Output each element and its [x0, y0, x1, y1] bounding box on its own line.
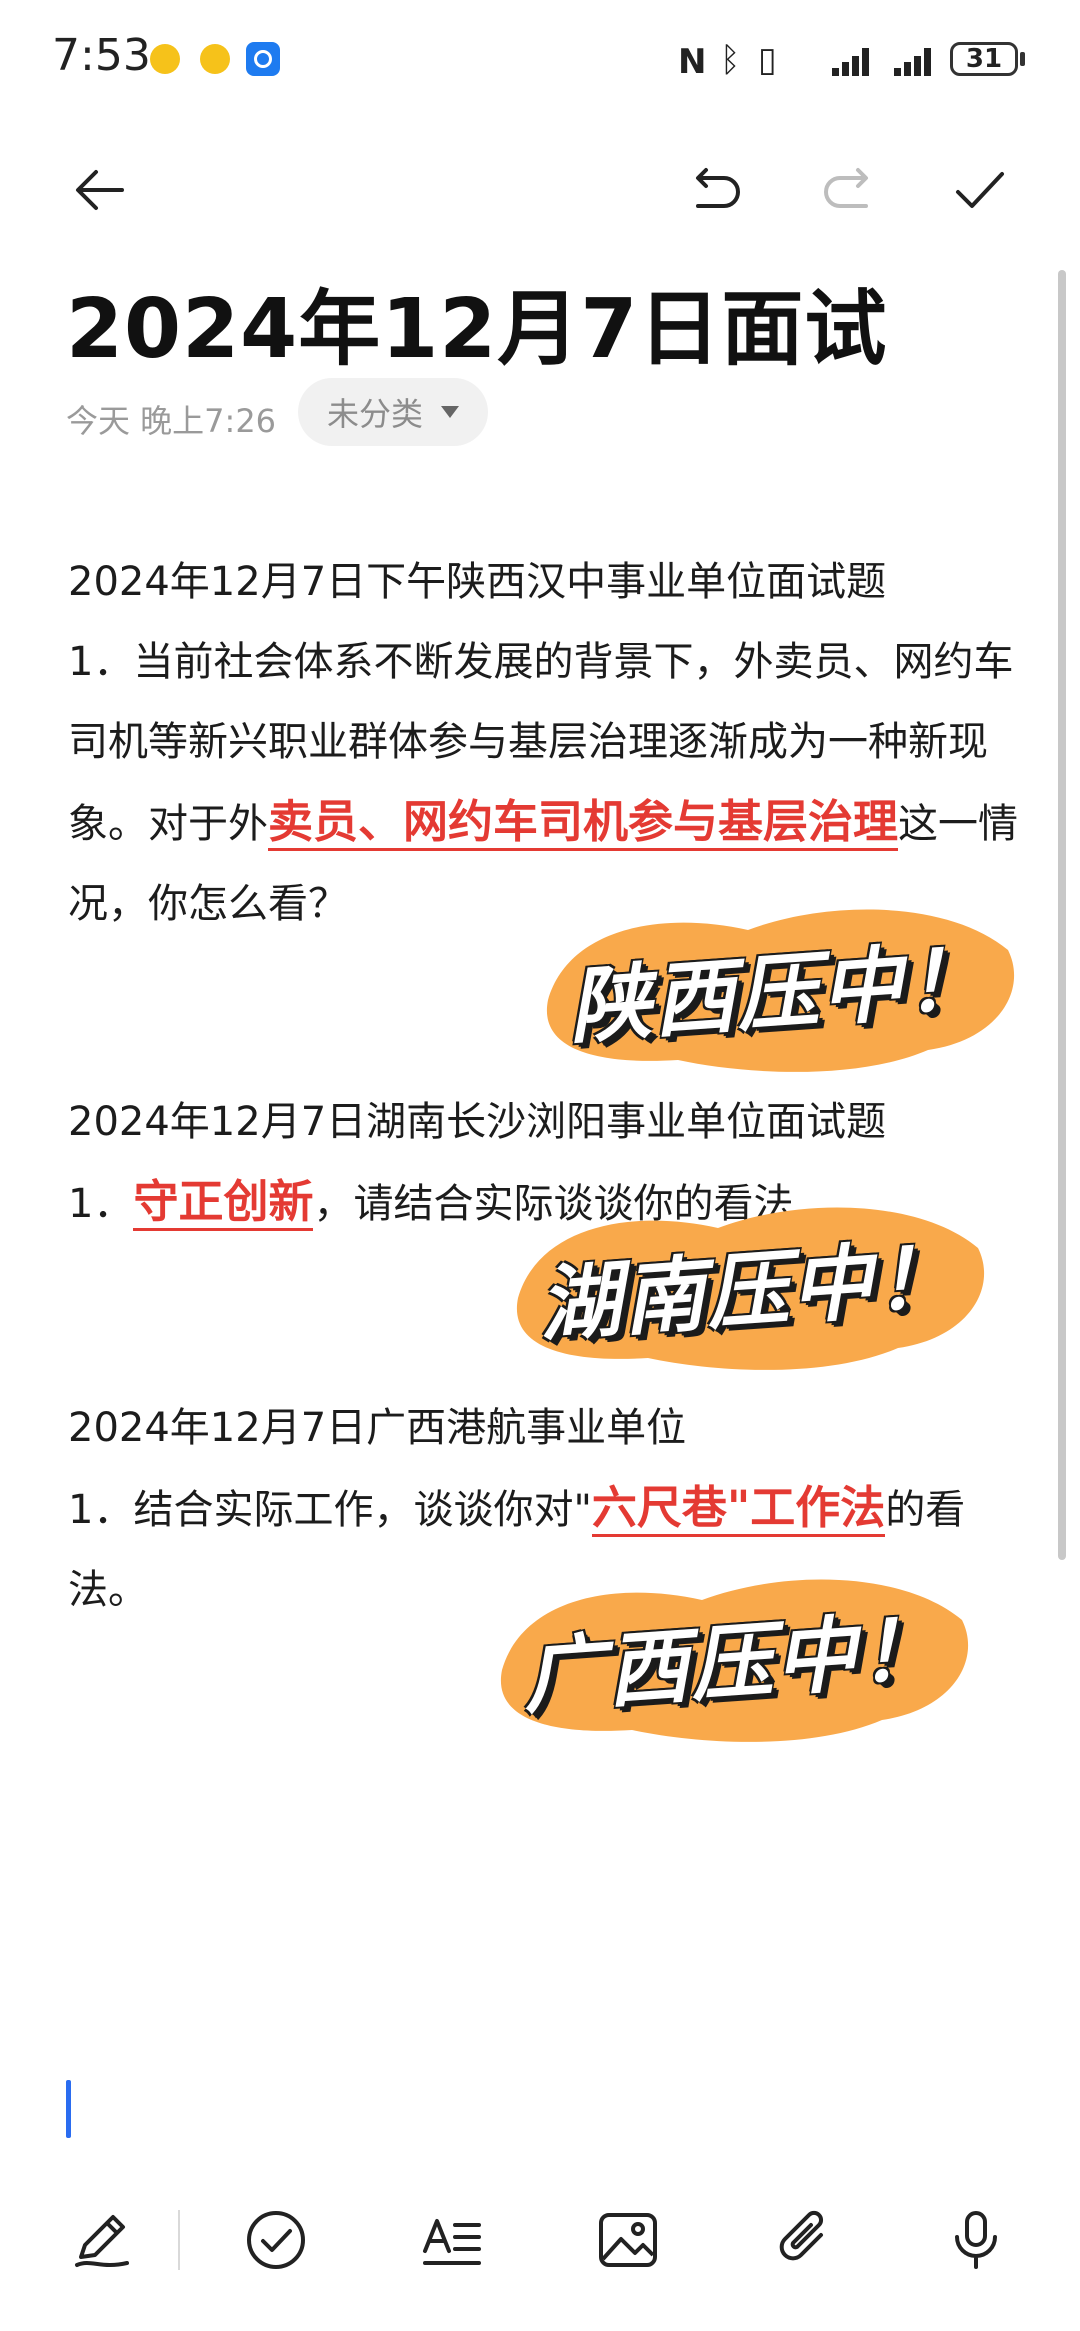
signal-icon	[888, 44, 940, 76]
app-notification-icon	[200, 44, 230, 74]
highlighted-text: 卖员、网约车司机参与基层治理	[268, 795, 899, 851]
sticker-text: 陕西压中！	[565, 930, 992, 1056]
nfc-icon: N	[678, 42, 707, 82]
vibrate-icon: ▯	[758, 40, 777, 80]
status-bar: 7:53 N ᛒ ▯ 31	[0, 0, 1080, 130]
note-title[interactable]: 2024年12月7日面试	[66, 262, 887, 381]
app-browser-icon	[246, 42, 280, 76]
undo-button[interactable]	[676, 150, 756, 230]
redo-icon	[824, 168, 868, 208]
sticker-shaanxi: 陕西压中！	[528, 890, 1028, 1080]
handwriting-button[interactable]	[62, 2200, 142, 2280]
signal-icon	[822, 44, 874, 76]
microphone-button[interactable]	[936, 2200, 1016, 2280]
handwriting-pen-icon	[75, 2215, 129, 2267]
check-icon	[956, 172, 1004, 208]
text-format-button[interactable]	[412, 2200, 492, 2280]
app-notification-icon	[150, 44, 180, 74]
sticker-guangxi: 广西压中！	[482, 1560, 982, 1750]
back-button[interactable]	[60, 150, 140, 230]
category-label: 未分类	[326, 395, 423, 433]
battery-icon: 31	[950, 42, 1018, 76]
note-timestamp: 今天 晚上7:26	[66, 402, 277, 440]
attachment-button[interactable]	[764, 2200, 844, 2280]
scrollbar[interactable]	[1058, 270, 1066, 1560]
checklist-button[interactable]	[236, 2200, 316, 2280]
sticker-hunan: 湖南压中！	[498, 1188, 998, 1378]
attachment-icon	[779, 2210, 824, 2261]
sticker-text: 广西压中！	[519, 1600, 946, 1726]
status-time: 7:53	[52, 30, 151, 81]
done-button[interactable]	[940, 150, 1020, 230]
toolbar-divider	[178, 2210, 180, 2270]
checklist-icon	[247, 2211, 305, 2269]
highlighted-text: 守正创新	[133, 1175, 314, 1231]
bluetooth-icon: ᛒ	[720, 40, 741, 80]
battery-cap	[1020, 52, 1025, 66]
sticker-text: 湖南压中！	[535, 1228, 962, 1354]
back-arrow-icon	[76, 170, 124, 210]
undo-icon	[696, 168, 740, 208]
highlighted-text: 六尺巷"工作法	[591, 1481, 886, 1537]
chevron-down-icon	[441, 406, 459, 418]
text-cursor	[66, 2080, 71, 2138]
insert-image-icon	[599, 2213, 657, 2267]
insert-image-button[interactable]	[588, 2200, 668, 2280]
section-heading: 2024年12月7日下午陕西汉中事业单位面试题	[68, 559, 887, 605]
category-dropdown[interactable]: 未分类	[298, 378, 488, 446]
redo-button[interactable]	[808, 150, 888, 230]
section-heading: 2024年12月7日广西港航事业单位	[68, 1405, 687, 1451]
microphone-icon	[955, 2211, 997, 2269]
text-format-icon	[423, 2219, 481, 2265]
